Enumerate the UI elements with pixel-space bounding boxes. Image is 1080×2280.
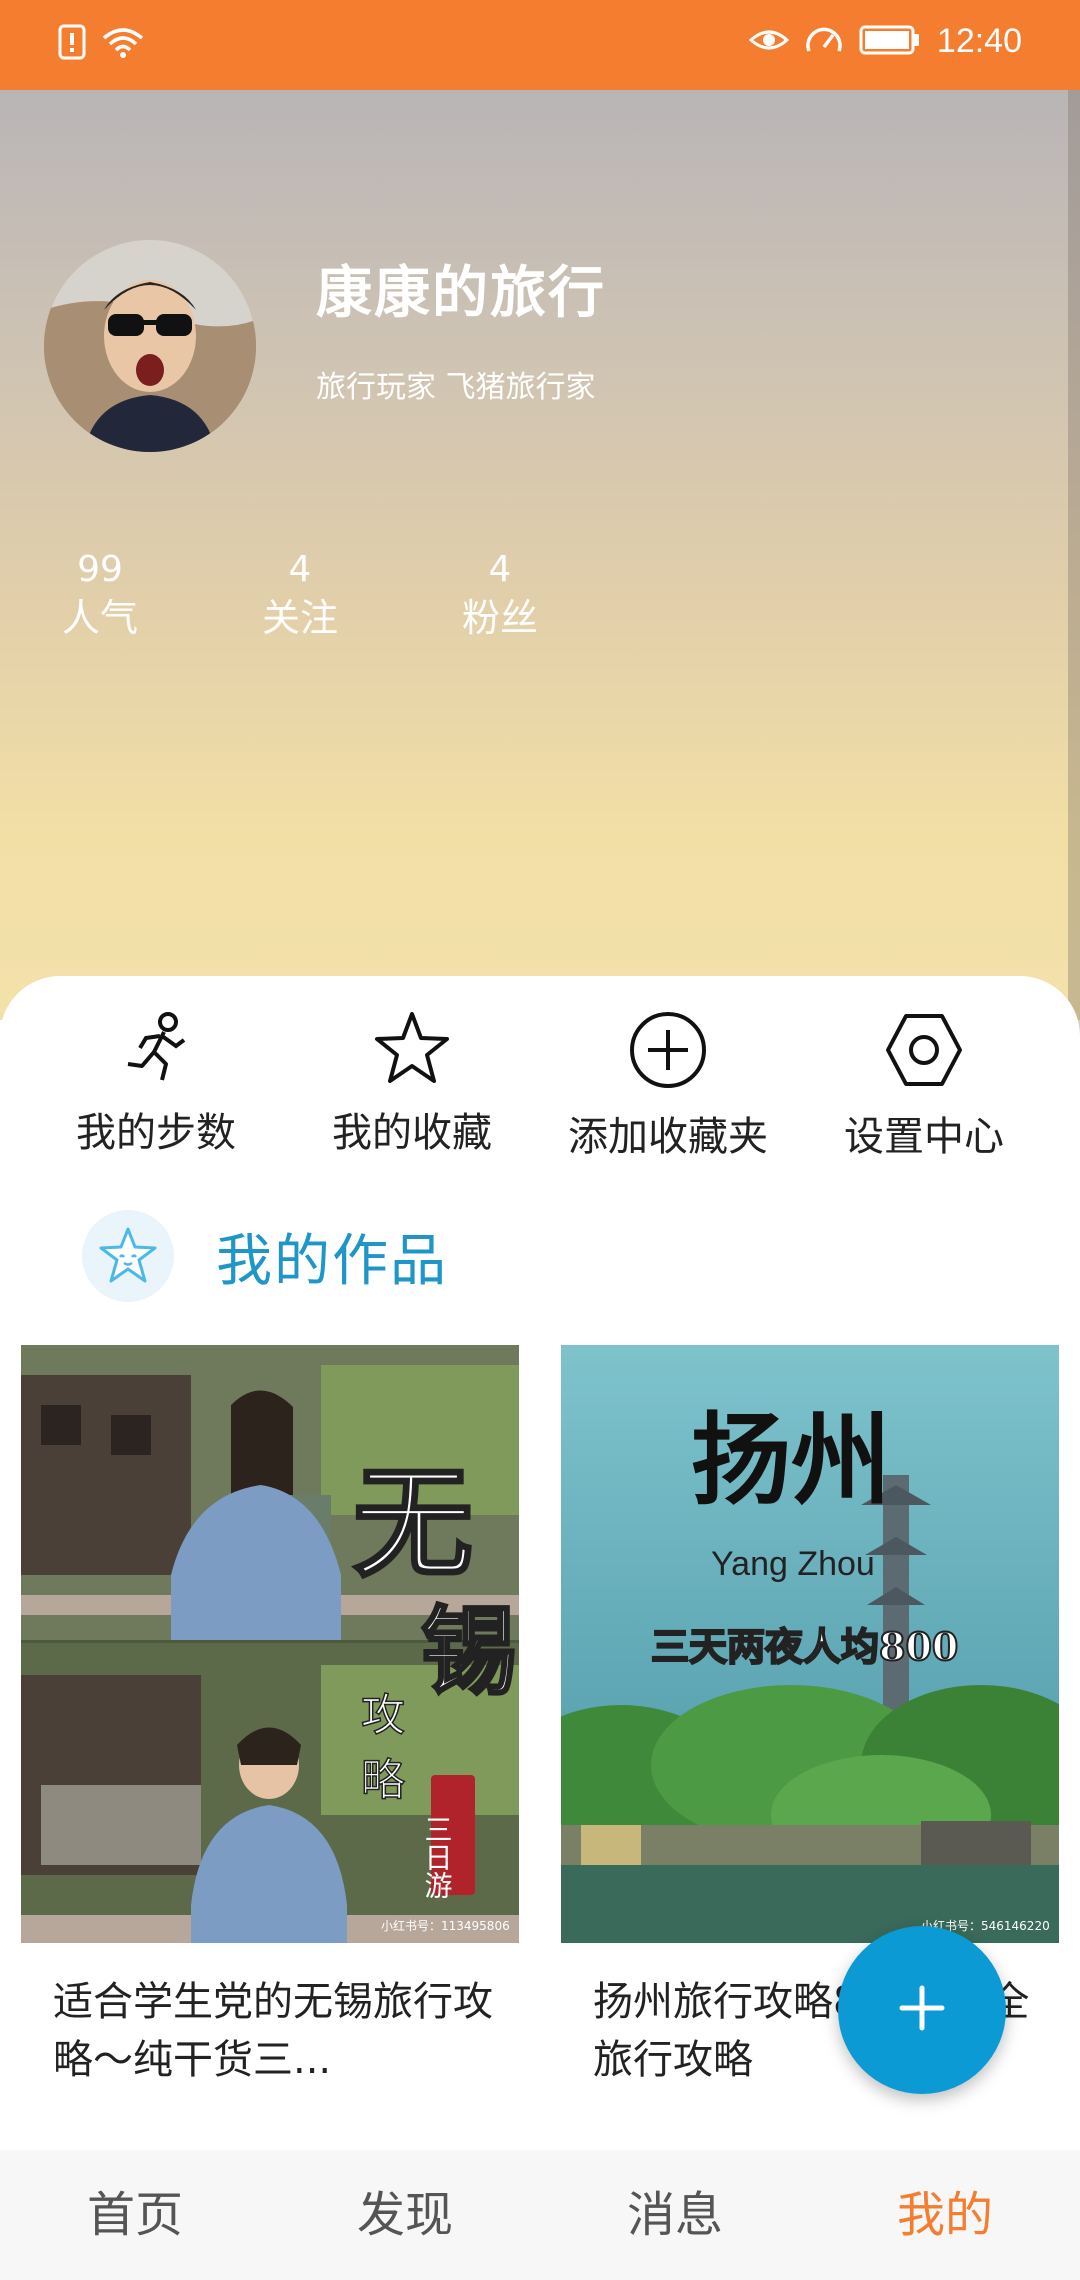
cover-subtitle: 三天两夜人均800: [651, 1624, 958, 1669]
quick-actions: 我的步数 我的收藏 添加收藏夹 设置中心: [0, 1010, 1080, 1180]
sim-alert-icon: [58, 24, 86, 64]
cover-watermark: 小红书号：113495806: [381, 1918, 510, 1933]
star-icon: [292, 1010, 532, 1086]
stat-following[interactable]: 4 关注: [240, 548, 360, 644]
work-card[interactable]: 无 锡 攻 略 三日游 小红书号：113495806 适合学生党的无锡旅行攻略～…: [21, 1345, 519, 2089]
speed-icon: [805, 23, 843, 61]
battery-icon: [859, 25, 921, 59]
plus-icon: [892, 1978, 952, 2042]
stat-label: 人气: [61, 596, 138, 640]
star-face-icon: [82, 1210, 174, 1302]
my-favorites-button[interactable]: 我的收藏: [292, 1010, 532, 1158]
cover-sub-2: 略: [361, 1755, 405, 1806]
profile-tags: 旅行玩家 飞猪旅行家: [316, 370, 596, 405]
nav-mine[interactable]: 我的: [810, 2150, 1080, 2280]
action-label: 设置中心: [844, 1114, 1004, 1160]
nav-home[interactable]: 首页: [0, 2150, 270, 2280]
profile-name: 康康的旅行: [316, 261, 606, 326]
add-folder-button[interactable]: 添加收藏夹: [548, 1010, 788, 1162]
settings-button[interactable]: 设置中心: [804, 1010, 1044, 1162]
eye-icon: [748, 24, 790, 60]
cover-title: 扬州: [691, 1401, 891, 1519]
cover-text-1: 无: [353, 1453, 473, 1594]
stat-label: 粉丝: [461, 596, 538, 640]
status-bar: 12:40: [0, 0, 1080, 90]
cover-sub-1: 攻: [361, 1690, 405, 1741]
work-cover-image: 扬州 Yang Zhou 三天两夜人均800 小红书号：546146220: [561, 1345, 1059, 1943]
status-right-icons: 12:40: [748, 22, 1022, 61]
stat-label: 关注: [261, 596, 338, 640]
stat-value: 99: [77, 549, 123, 590]
wifi-icon: [100, 24, 146, 64]
stat-value: 4: [288, 549, 312, 590]
stat-value: 4: [488, 549, 512, 590]
work-cover-image: 无 锡 攻 略 三日游 小红书号：113495806: [21, 1345, 519, 1943]
action-label: 我的步数: [76, 1110, 236, 1156]
settings-hexagon-icon: [804, 1010, 1044, 1090]
my-steps-button[interactable]: 我的步数: [36, 1010, 276, 1158]
nav-messages[interactable]: 消息: [540, 2150, 810, 2280]
running-icon: [36, 1010, 276, 1086]
nav-discover[interactable]: 发现: [270, 2150, 540, 2280]
bottom-nav: 首页 发现 消息 我的: [0, 2150, 1080, 2280]
action-label: 添加收藏夹: [568, 1114, 768, 1160]
cover-text-2: 锡: [421, 1595, 517, 1708]
status-left-icons: [58, 24, 146, 64]
add-circle-icon: [548, 1010, 788, 1090]
works-title: 我的作品: [216, 1228, 448, 1294]
stat-popularity[interactable]: 99 人气: [40, 548, 160, 644]
work-title: 适合学生党的无锡旅行攻略～纯干货三...: [53, 1979, 493, 2083]
cover-pinyin: Yang Zhou: [711, 1545, 875, 1583]
add-fab-button[interactable]: [838, 1926, 1006, 2094]
avatar[interactable]: [44, 240, 256, 452]
action-label: 我的收藏: [332, 1110, 492, 1156]
stat-followers[interactable]: 4 粉丝: [440, 548, 560, 644]
works-section-header: 我的作品: [82, 1210, 448, 1302]
status-time: 12:40: [936, 22, 1022, 60]
cover-tag: 三日游: [421, 1815, 454, 1899]
